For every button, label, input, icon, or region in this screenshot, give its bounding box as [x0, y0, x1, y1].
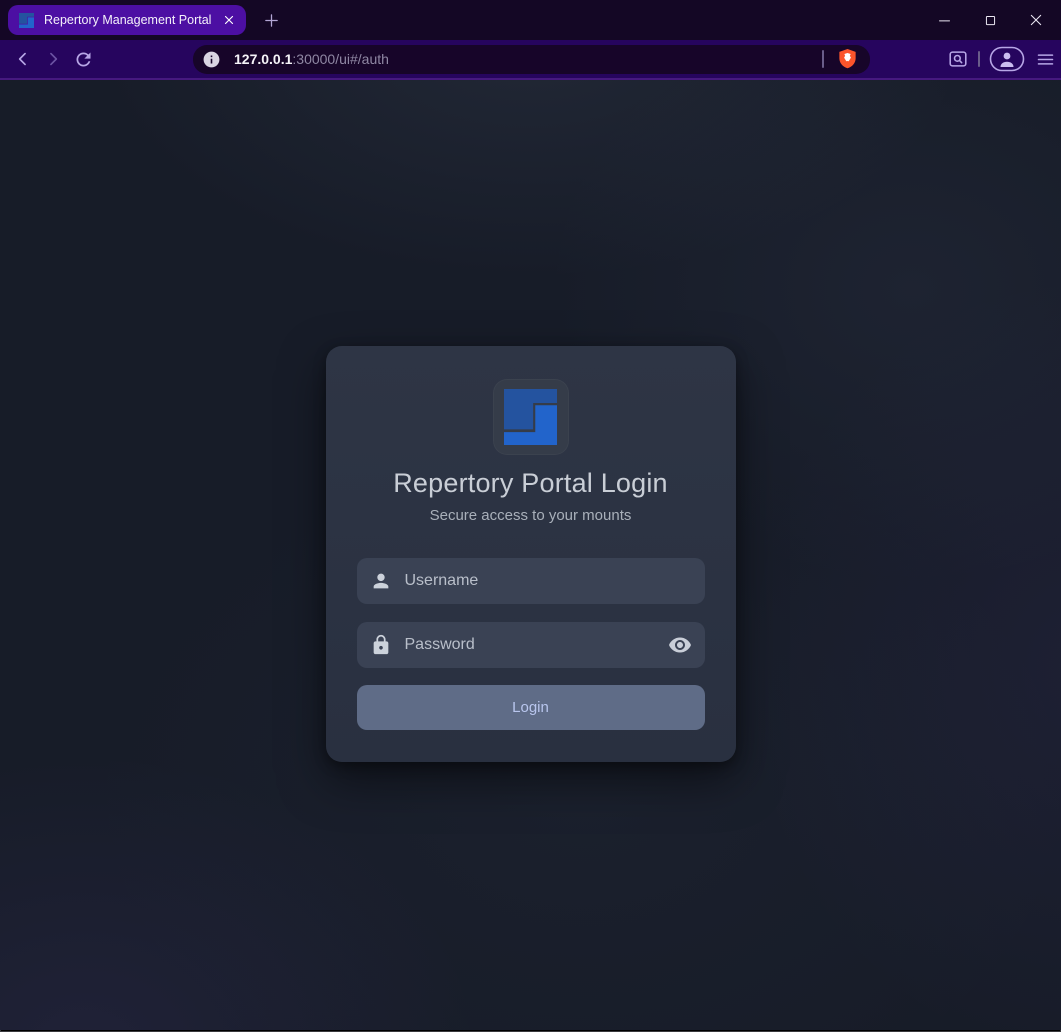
password-input[interactable] [403, 635, 668, 655]
browser-tab[interactable]: Repertory Management Portal [8, 5, 246, 35]
sidebar-search-icon[interactable] [943, 44, 973, 74]
login-title: Repertory Portal Login [357, 468, 705, 499]
login-subtitle: Secure access to your mounts [357, 507, 705, 524]
browser-window: Repertory Management Portal [0, 0, 1061, 1032]
new-tab-icon[interactable] [263, 12, 280, 29]
lock-icon [370, 634, 392, 656]
window-controls [921, 0, 1059, 40]
username-field[interactable] [357, 558, 705, 604]
address-bar[interactable]: 127.0.0.1:30000/ui#/auth [193, 45, 870, 74]
reload-icon[interactable] [68, 44, 98, 74]
url-host: 127.0.0.1 [234, 51, 292, 67]
back-icon[interactable] [8, 44, 38, 74]
minimize-button[interactable] [921, 0, 967, 40]
profile-icon[interactable] [987, 44, 1027, 74]
toggle-password-visibility-icon[interactable] [668, 633, 692, 657]
forward-icon[interactable] [38, 44, 68, 74]
login-page: Repertory Portal Login Secure access to … [0, 80, 1061, 1030]
login-card: Repertory Portal Login Secure access to … [326, 346, 736, 762]
tab-close-icon[interactable] [222, 13, 236, 27]
browser-toolbar: 127.0.0.1:30000/ui#/auth [0, 40, 1061, 80]
person-icon [370, 570, 392, 592]
tab-title: Repertory Management Portal [44, 13, 214, 27]
site-info-icon[interactable] [202, 50, 221, 69]
repertory-favicon-icon [19, 13, 34, 28]
toolbar-separator [978, 51, 980, 67]
menu-icon[interactable] [1031, 44, 1059, 74]
url-text: 127.0.0.1:30000/ui#/auth [234, 51, 389, 67]
url-path: :30000/ui#/auth [292, 51, 389, 67]
username-input[interactable] [403, 571, 692, 591]
repertory-logo-icon [493, 379, 569, 455]
titlebar: Repertory Management Portal [0, 0, 1061, 40]
brave-shield-icon[interactable] [837, 48, 858, 71]
password-field[interactable] [357, 622, 705, 668]
maximize-button[interactable] [967, 0, 1013, 40]
urlbar-divider [822, 50, 824, 68]
close-button[interactable] [1013, 0, 1059, 40]
login-button[interactable]: Login [357, 685, 705, 730]
